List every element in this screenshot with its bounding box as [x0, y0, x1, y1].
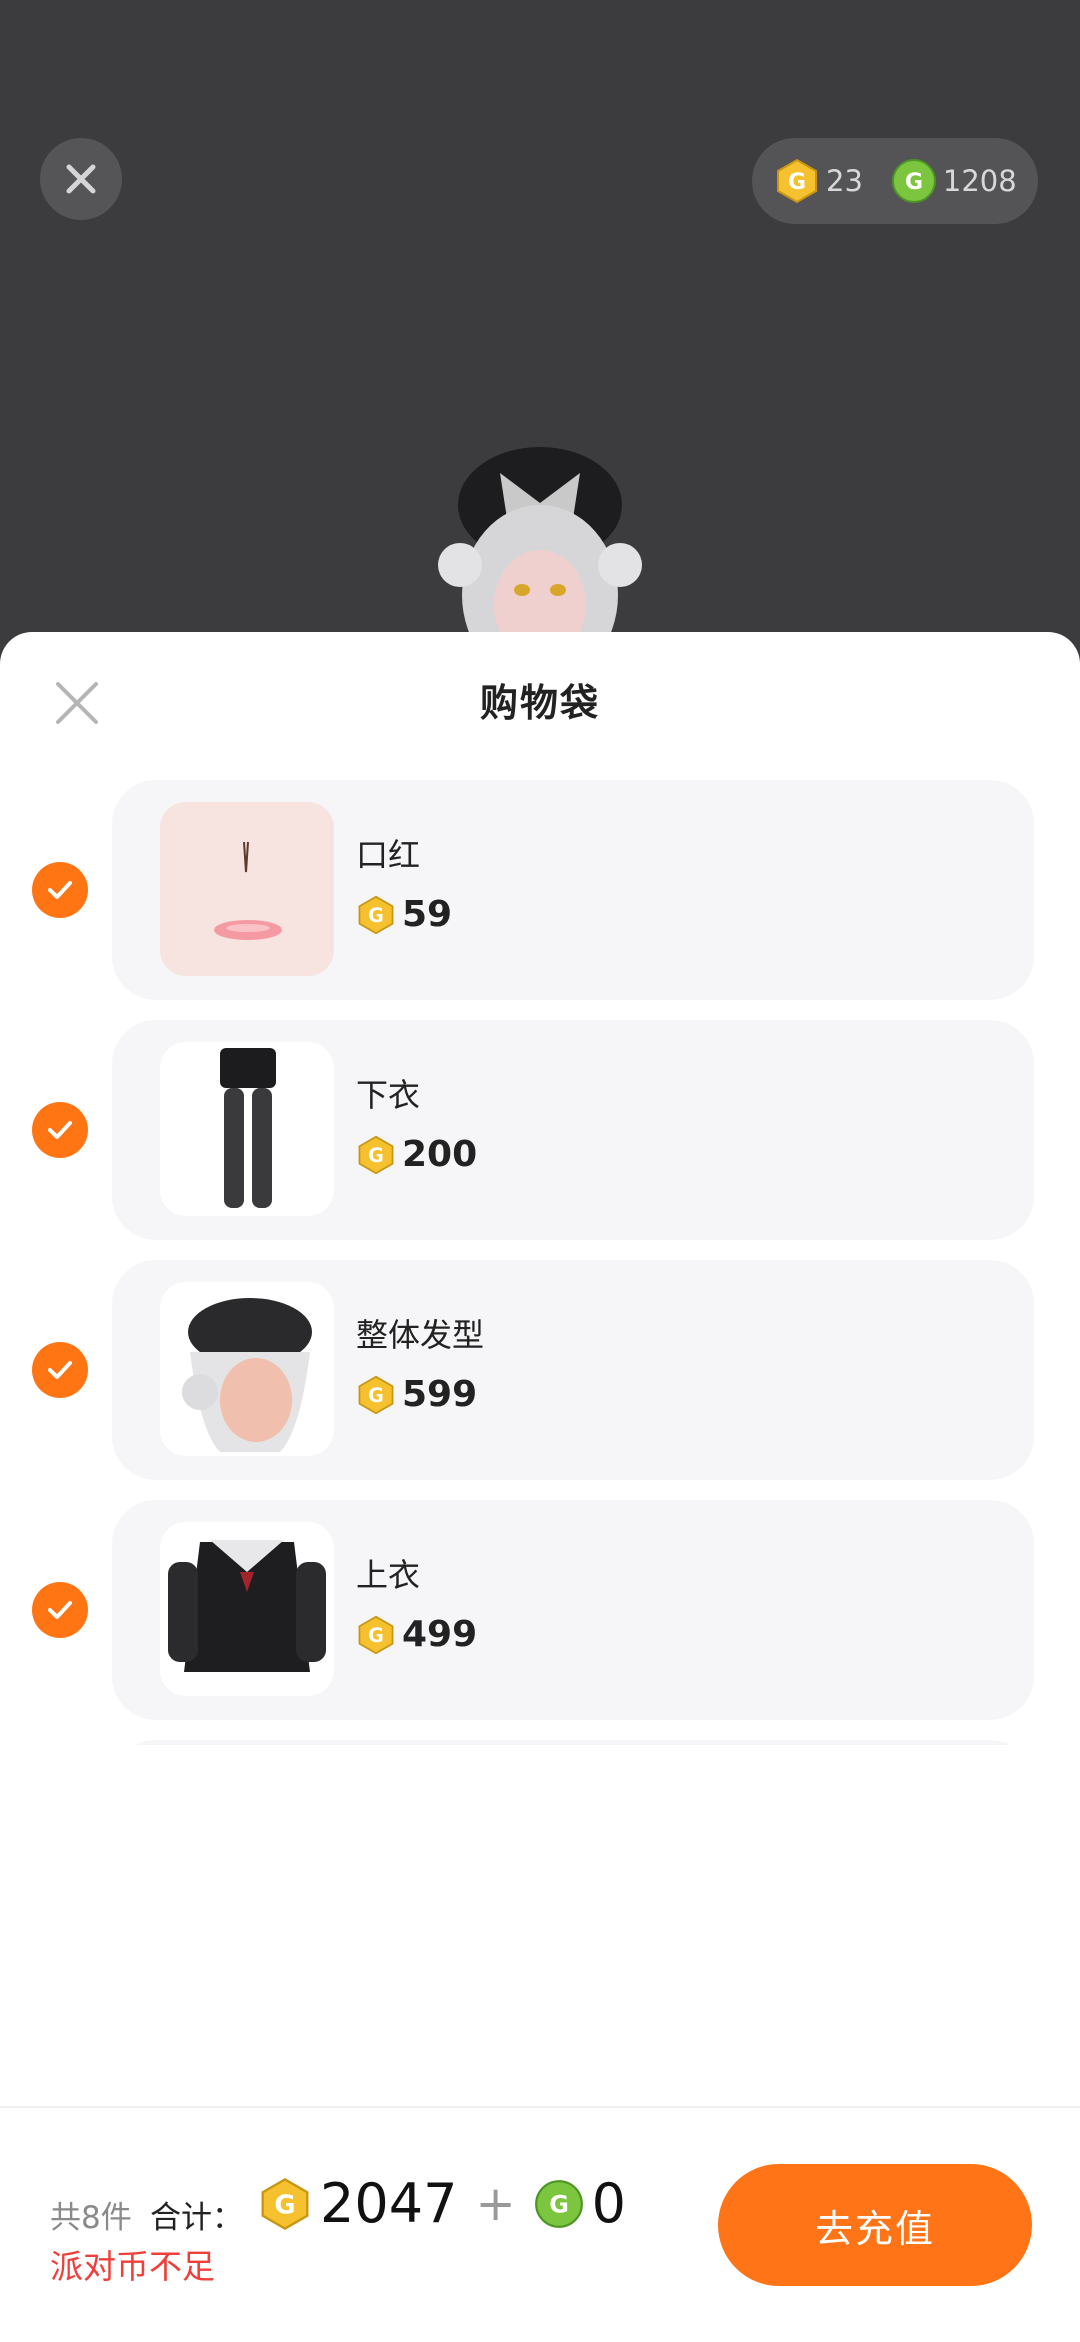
- item-card[interactable]: 下衣 G 200: [112, 1020, 1034, 1240]
- svg-text:G: G: [368, 1383, 384, 1406]
- item-thumbnail: [160, 1282, 334, 1456]
- cart-item[interactable]: 下衣 G 200: [0, 1020, 1080, 1240]
- checkout-bar: 共8件 合计： G 2047 + G 0 派对币不足 去充值: [0, 2106, 1080, 2342]
- item-thumbnail: [160, 1042, 334, 1216]
- item-card[interactable]: 整体发型 G 599: [112, 1260, 1034, 1480]
- total-amount: G 2047 + G 0: [258, 2172, 626, 2235]
- svg-text:G: G: [368, 1623, 384, 1646]
- check-icon: [48, 1361, 72, 1379]
- item-name: 下衣: [356, 1076, 421, 1114]
- green-coin-icon: G: [891, 158, 937, 204]
- green-total: 0: [591, 2172, 627, 2235]
- gold-coin-icon: G: [774, 158, 820, 204]
- item-price: G 499: [356, 1614, 477, 1655]
- insufficient-balance-warning: 派对币不足: [50, 2247, 215, 2286]
- svg-text:G: G: [368, 903, 384, 926]
- gold-coin-icon: G: [358, 895, 394, 934]
- gold-coin-icon: G: [358, 1375, 394, 1414]
- item-card[interactable]: 上衣 G 499: [112, 1500, 1034, 1720]
- item-checkbox[interactable]: [32, 1102, 88, 1158]
- item-price: G 59: [356, 894, 452, 935]
- gold-coin-icon: G: [261, 2177, 309, 2230]
- item-checkbox[interactable]: [32, 1582, 88, 1638]
- item-name: 整体发型: [356, 1316, 485, 1354]
- green-balance: 1208: [942, 164, 1017, 198]
- item-checkbox[interactable]: [32, 862, 88, 918]
- item-card[interactable]: 口红 G 59: [112, 780, 1034, 1000]
- close-icon: [66, 164, 96, 194]
- gold-balance: 23: [826, 164, 863, 198]
- avatar-preview: [0, 0, 1080, 685]
- svg-text:G: G: [549, 2190, 569, 2218]
- currency-balance[interactable]: G 23 G 1208: [752, 138, 1038, 224]
- item-price-value: 499: [402, 1614, 478, 1655]
- item-thumbnail: [160, 802, 334, 976]
- svg-text:G: G: [274, 2190, 295, 2220]
- item-name: 口红: [356, 836, 421, 874]
- recharge-button[interactable]: 去充值: [718, 2164, 1032, 2286]
- close-button[interactable]: [40, 138, 122, 220]
- avatar-figure: [390, 425, 690, 685]
- item-thumbnail: [160, 1522, 334, 1696]
- green-coin-icon: G: [534, 2179, 583, 2228]
- shopping-bag-sheet: 购物袋 口红 G 59 下衣 G 200 整体发型 G 599 上衣 G 499: [0, 632, 1080, 2340]
- item-checkbox[interactable]: [32, 1342, 88, 1398]
- cart-item[interactable]: 上衣 G 499: [0, 1500, 1080, 1720]
- item-price: G 599: [356, 1374, 477, 1415]
- svg-text:G: G: [368, 1143, 384, 1166]
- item-price-value: 59: [402, 894, 453, 935]
- svg-text:G: G: [788, 170, 806, 195]
- cart-item-list[interactable]: 口红 G 59 下衣 G 200 整体发型 G 599 上衣 G 499: [0, 780, 1080, 1745]
- cart-item[interactable]: 整体发型 G 599: [0, 1260, 1080, 1480]
- sheet-title: 购物袋: [479, 681, 600, 725]
- cart-item[interactable]: 口红 G 59: [0, 780, 1080, 1000]
- item-count: 共8件: [50, 2200, 132, 2236]
- item-name: 上衣: [356, 1556, 421, 1594]
- item-card[interactable]: 睫毛 G 97: [112, 1740, 1034, 1745]
- item-price-value: 200: [402, 1134, 478, 1175]
- total-label: 合计：: [150, 2200, 243, 2236]
- check-icon: [48, 881, 72, 899]
- item-price: G 200: [356, 1134, 477, 1175]
- gold-total: 2047: [320, 2172, 458, 2235]
- check-icon: [48, 1601, 72, 1619]
- cart-item[interactable]: 睫毛 G 97: [0, 1740, 1080, 1745]
- check-icon: [48, 1121, 72, 1139]
- item-price-value: 599: [402, 1374, 478, 1415]
- plus-sign: +: [475, 2175, 516, 2232]
- gold-coin-icon: G: [358, 1615, 394, 1654]
- gold-coin-icon: G: [358, 1135, 394, 1174]
- svg-text:G: G: [905, 170, 923, 195]
